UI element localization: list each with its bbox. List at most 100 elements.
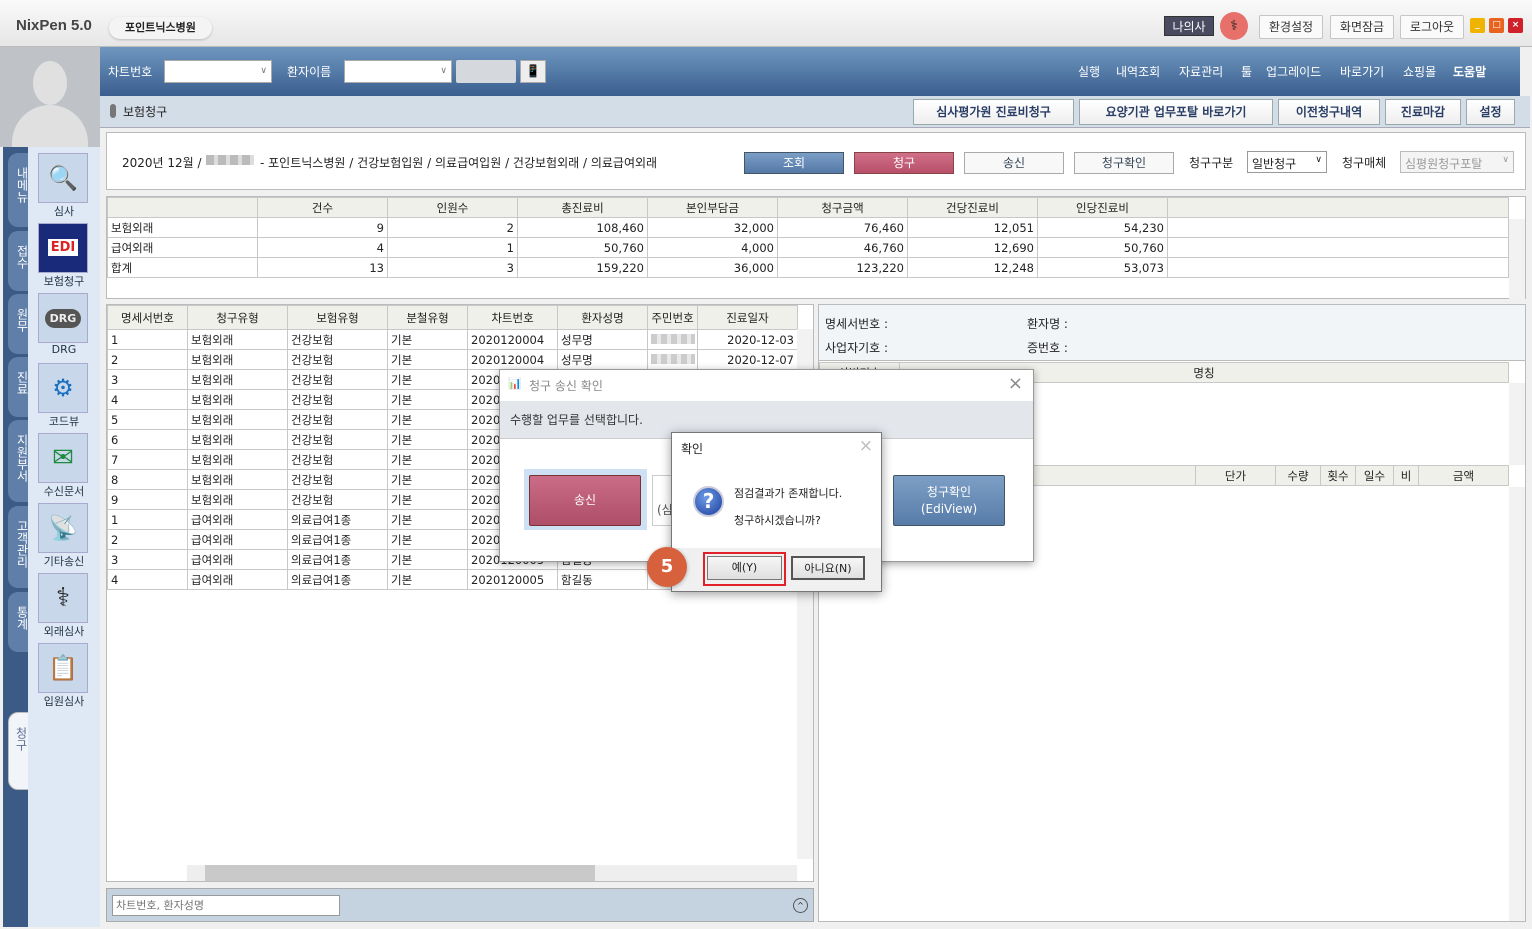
settings-button[interactable]: 환경설정 [1259, 15, 1323, 39]
media-select[interactable]: 심평원청구포탈 ∨ [1400, 151, 1514, 173]
table-cell: 2020120004 [467, 329, 558, 350]
table-cell: 2020120005 [467, 569, 558, 590]
sidebar-icon-label: 보험청구 [43, 275, 85, 288]
table-cell: 159,220 [517, 257, 648, 278]
close-treatment-button[interactable]: 진료마감 [1385, 99, 1461, 125]
table-row[interactable]: 합계 13 3 159,220 36,000 123,220 12,248 53,073 [107, 257, 1509, 278]
table-cell: 32,000 [647, 217, 778, 238]
edi-icon[interactable]: EDI [38, 223, 88, 273]
minimize-icon[interactable]: _ [1470, 18, 1485, 33]
question-icon: ? [693, 486, 724, 517]
table-cell: 2020-12-07 [697, 349, 798, 370]
table-cell: 기본 [387, 329, 468, 350]
table-row[interactable]: 1 보험외래 건강보험 기본 2020120004 성무명 2020-12-03 [107, 329, 798, 350]
config-button[interactable]: 설정 [1466, 99, 1515, 125]
hira-claim-button[interactable]: 심사평가원 진료비청구 [913, 99, 1074, 125]
stethoscope-icon[interactable]: ⚕ [38, 573, 88, 623]
table-cell: 보험외래 [187, 429, 288, 450]
close-icon[interactable]: × [1508, 18, 1523, 33]
table-cell: 2020-12-03 [697, 329, 798, 350]
table-cell: 기본 [387, 549, 468, 570]
menu-run[interactable]: 실행 [1078, 63, 1100, 80]
chart-number-combo[interactable]: ∨ [164, 60, 272, 83]
menu-upgrade[interactable]: 업그레이드 [1266, 63, 1321, 80]
sidebar-icon-label: 기타송신 [43, 555, 85, 568]
claim-button[interactable]: 청구 [854, 152, 954, 174]
redacted-code [206, 155, 254, 165]
table-cell: 12,690 [907, 237, 1038, 258]
claim-check-button[interactable]: 청구확인 [1074, 152, 1174, 174]
stethoscope-icon[interactable]: ⚕ [1220, 12, 1248, 40]
patient-name-combo[interactable]: ∨ [344, 60, 452, 83]
claim-path: - 포인트닉스병원 / 건강보험입원 / 의료급여입원 / 건강보험외래 / 의… [260, 156, 658, 170]
close-icon[interactable]: × [1008, 373, 1023, 394]
column-header [1167, 197, 1509, 218]
table-cell: 1 [107, 509, 188, 530]
dialog-title: 확인 [681, 442, 704, 456]
button-label: 청구확인 [926, 485, 972, 499]
table-cell: 2 [107, 349, 188, 370]
menu-shop[interactable]: 쇼핑몰 [1403, 63, 1436, 80]
no-button[interactable]: 아니요(N) [791, 556, 865, 580]
menu-help[interactable]: 도움말 [1453, 63, 1486, 80]
drg-icon[interactable]: DRG [38, 293, 88, 343]
horizontal-scrollbar[interactable] [187, 865, 797, 881]
search-button[interactable]: 조회 [744, 152, 844, 174]
table-cell [1167, 237, 1509, 258]
claim-check-ediview-button[interactable]: 청구확인 (EdiView) [893, 475, 1005, 526]
claim-type-select[interactable]: 일반청구 ∨ [1247, 151, 1327, 173]
clipboard-stethoscope-icon[interactable]: 📋 [38, 643, 88, 693]
sidebar-tabs: 내메뉴 접수 원무 진료 지원부서 고객관리 통계 청구 [3, 147, 31, 927]
table-row[interactable]: 보험외래 9 2 108,460 32,000 76,460 12,051 54,230 [107, 217, 1509, 238]
search-input[interactable] [112, 895, 340, 916]
table-cell [1167, 217, 1509, 238]
send-button[interactable]: 송신 [964, 152, 1064, 174]
maximize-icon[interactable]: □ [1489, 18, 1504, 33]
column-header: 인원수 [387, 197, 518, 218]
table-row[interactable]: 2 보험외래 건강보험 기본 2020120004 성무명 2020-12-07 [107, 349, 798, 370]
previous-claims-button[interactable]: 이전청구내역 [1278, 99, 1380, 125]
table-cell: 12,051 [907, 217, 1038, 238]
table-cell: 건강보험 [287, 349, 388, 370]
app-name: NixPen 5.0 [16, 17, 92, 34]
table-cell: 급여외래 [187, 509, 288, 530]
menu-history[interactable]: 내역조회 [1116, 63, 1160, 80]
menu-shortcut[interactable]: 바로가기 [1340, 63, 1384, 80]
column-header: 횟수 [1320, 465, 1356, 486]
table-cell: 기본 [387, 529, 468, 550]
user-badge[interactable]: 나의사 [1164, 16, 1214, 36]
menu-tools[interactable]: 툴 [1241, 63, 1252, 80]
send-button[interactable]: 송신 [529, 475, 641, 526]
table-cell: 4,000 [647, 237, 778, 258]
table-cell [1167, 257, 1509, 278]
mail-icon[interactable]: ✉ [38, 433, 88, 483]
table-cell: 의료급여1종 [287, 529, 388, 550]
scrollbar[interactable] [1509, 383, 1525, 465]
lock-screen-button[interactable]: 화면잠금 [1330, 15, 1394, 39]
column-header: 보험유형 [287, 305, 388, 330]
close-icon[interactable]: × [859, 436, 873, 456]
logout-button[interactable]: 로그아웃 [1400, 15, 1464, 39]
satellite-icon[interactable]: 📡 [38, 503, 88, 553]
yes-button[interactable]: 예(Y) [707, 556, 782, 580]
hospital-name: 포인트닉스병원 [109, 17, 212, 39]
gear-icon[interactable]: ⚙ [38, 363, 88, 413]
column-header: 건수 [257, 197, 388, 218]
table-cell: 건강보험 [287, 429, 388, 450]
table-cell: 46,760 [777, 237, 908, 258]
table-row[interactable]: 급여외래 4 1 50,760 4,000 46,760 12,690 50,760 [107, 237, 1509, 258]
column-header: 단가 [1195, 465, 1276, 486]
portal-shortcut-button[interactable]: 요양기관 업무포탈 바로가기 [1079, 99, 1273, 125]
collapse-icon[interactable]: ^ [793, 898, 808, 913]
table-cell: 건강보험 [287, 329, 388, 350]
menu-data[interactable]: 자료관리 [1179, 63, 1223, 80]
scrollbar[interactable] [1509, 219, 1525, 299]
review-icon[interactable]: 🔍 [38, 153, 88, 203]
button-sublabel: (EdiView) [920, 502, 978, 516]
patient-field[interactable] [456, 60, 516, 83]
table-cell: 기본 [387, 509, 468, 530]
chart-number-label: 차트번호 [108, 65, 153, 79]
sidebar-icon-label: 코드뷰 [48, 415, 80, 428]
phone-message-icon[interactable]: 📱 [520, 60, 546, 83]
scrollbar[interactable] [1509, 487, 1525, 921]
